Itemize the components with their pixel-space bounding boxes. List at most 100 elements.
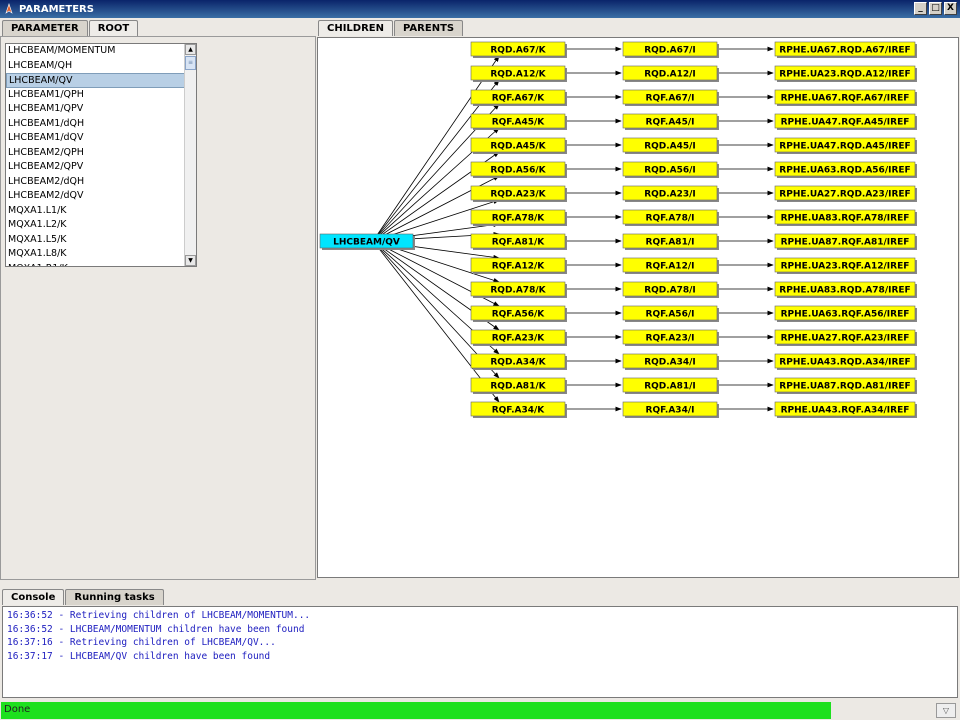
graph-current-node[interactable]: RQF.A45/I	[622, 113, 719, 130]
list-item[interactable]: LHCBEAM1/dQV	[6, 131, 186, 146]
graph-current-node[interactable]: RQD.A67/I	[622, 41, 719, 58]
graph-iref-node[interactable]: RPHE.UA87.RQD.A81/IREF	[774, 377, 917, 394]
graph-k-node[interactable]: RQF.A34/K	[470, 401, 567, 418]
list-item[interactable]: LHCBEAM1/QPV	[6, 102, 186, 117]
graph-iref-node-label: RPHE.UA67.RQD.A67/IREF	[779, 46, 910, 56]
children-graph-panel: LHCBEAM/QV RQD.A67/K RQD.A67/I RPHE.UA67.RQ…	[317, 37, 959, 578]
tab-running-tasks[interactable]: Running tasks	[65, 589, 164, 605]
graph-iref-node-label: RPHE.UA43.RQF.A34/IREF	[781, 406, 910, 416]
graph-iref-node[interactable]: RPHE.UA23.RQF.A12/IREF	[774, 257, 917, 274]
graph-k-node[interactable]: RQF.A78/K	[470, 209, 567, 226]
graph-current-node[interactable]: RQD.A45/I	[622, 137, 719, 154]
graph-current-node-label: RQF.A23/I	[646, 334, 695, 344]
list-item[interactable]: LHCBEAM/QH	[6, 59, 186, 74]
window-titlebar: PARAMETERS _ □ X	[0, 0, 960, 18]
tab-parents[interactable]: PARENTS	[394, 20, 464, 36]
tab-parameter[interactable]: PARAMETER	[2, 20, 88, 36]
close-button[interactable]: X	[944, 2, 957, 15]
list-item[interactable]: LHCBEAM2/dQH	[6, 175, 186, 190]
status-bar: Done ▽	[0, 701, 960, 720]
graph-iref-node[interactable]: RPHE.UA87.RQF.A81/IREF	[774, 233, 917, 250]
graph-iref-node-label: RPHE.UA43.RQD.A34/IREF	[779, 358, 910, 368]
graph-iref-node-label: RPHE.UA83.RQD.A78/IREF	[779, 286, 910, 296]
scroll-up-icon[interactable]: ▲	[185, 44, 196, 55]
graph-iref-node[interactable]: RPHE.UA43.RQD.A34/IREF	[774, 353, 917, 370]
graph-iref-node[interactable]: RPHE.UA83.RQF.A78/IREF	[774, 209, 917, 226]
list-item[interactable]: LHCBEAM2/QPV	[6, 160, 186, 175]
maximize-button[interactable]: □	[929, 2, 942, 15]
list-item[interactable]: LHCBEAM1/dQH	[6, 117, 186, 132]
list-item[interactable]: MQXA1.L2/K	[6, 218, 186, 233]
graph-k-node[interactable]: RQD.A78/K	[470, 281, 567, 298]
graph-current-node[interactable]: RQF.A12/I	[622, 257, 719, 274]
graph-k-node[interactable]: RQD.A23/K	[470, 185, 567, 202]
graph-current-node[interactable]: RQD.A34/I	[622, 353, 719, 370]
graph-k-node[interactable]: RQD.A45/K	[470, 137, 567, 154]
graph-iref-node[interactable]: RPHE.UA83.RQD.A78/IREF	[774, 281, 917, 298]
graph-iref-node[interactable]: RPHE.UA47.RQF.A45/IREF	[774, 113, 917, 130]
graph-iref-node[interactable]: RPHE.UA47.RQD.A45/IREF	[774, 137, 917, 154]
graph-current-node[interactable]: RQD.A12/I	[622, 65, 719, 82]
graph-iref-node[interactable]: RPHE.UA67.RQD.A67/IREF	[774, 41, 917, 58]
progress-bar	[1, 702, 831, 719]
graph-current-node[interactable]: RQD.A78/I	[622, 281, 719, 298]
graph-iref-node[interactable]: RPHE.UA63.RQD.A56/IREF	[774, 161, 917, 178]
graph-k-node[interactable]: RQD.A67/K	[470, 41, 567, 58]
graph-current-node-label: RQF.A56/I	[646, 310, 695, 320]
graph-k-node-label: RQF.A78/K	[492, 214, 546, 224]
status-menu-icon[interactable]: ▽	[936, 703, 956, 718]
graph-current-node[interactable]: RQF.A81/I	[622, 233, 719, 250]
graph-iref-node-label: RPHE.UA83.RQF.A78/IREF	[781, 214, 910, 224]
console-line: 16:36:52 - LHCBEAM/MOMENTUM children hav…	[7, 623, 305, 635]
graph-iref-node[interactable]: RPHE.UA63.RQF.A56/IREF	[774, 305, 917, 322]
graph-current-node[interactable]: RQF.A23/I	[622, 329, 719, 346]
graph-iref-node-label: RPHE.UA23.RQF.A12/IREF	[781, 262, 910, 272]
graph-current-node[interactable]: RQF.A67/I	[622, 89, 719, 106]
tab-root[interactable]: ROOT	[88, 20, 139, 36]
graph-k-node-label: RQD.A81/K	[490, 382, 546, 392]
graph-iref-node[interactable]: RPHE.UA27.RQD.A23/IREF	[774, 185, 917, 202]
list-item[interactable]: MQXA1.L1/K	[6, 204, 186, 219]
graph-k-node[interactable]: RQF.A45/K	[470, 113, 567, 130]
tab-children[interactable]: CHILDREN	[318, 20, 394, 36]
graph-k-node[interactable]: RQF.A12/K	[470, 257, 567, 274]
list-item[interactable]: LHCBEAM2/dQV	[6, 189, 186, 204]
graph-iref-node-label: RPHE.UA67.RQF.A67/IREF	[781, 94, 910, 104]
graph-iref-node[interactable]: RPHE.UA43.RQF.A34/IREF	[774, 401, 917, 418]
graph-k-node-label: RQF.A56/K	[492, 310, 546, 320]
graph-current-node[interactable]: RQF.A56/I	[622, 305, 719, 322]
list-scrollbar[interactable]: ▲ ≡ ▼	[184, 44, 196, 266]
minimize-button[interactable]: _	[914, 2, 927, 15]
list-item[interactable]: LHCBEAM1/QPH	[6, 88, 186, 103]
tab-console[interactable]: Console	[2, 589, 65, 605]
graph-iref-node[interactable]: RPHE.UA27.RQF.A23/IREF	[774, 329, 917, 346]
graph-k-node[interactable]: RQD.A81/K	[470, 377, 567, 394]
graph-k-node[interactable]: RQF.A81/K	[470, 233, 567, 250]
graph-k-node[interactable]: RQD.A12/K	[470, 65, 567, 82]
scroll-thumb[interactable]: ≡	[185, 56, 196, 70]
scroll-down-icon[interactable]: ▼	[185, 255, 196, 266]
graph-iref-node[interactable]: RPHE.UA23.RQD.A12/IREF	[774, 65, 917, 82]
graph-k-node[interactable]: RQD.A56/K	[470, 161, 567, 178]
graph-current-node[interactable]: RQD.A56/I	[622, 161, 719, 178]
graph-k-node-label: RQF.A34/K	[492, 406, 546, 416]
graph-k-node[interactable]: RQF.A67/K	[470, 89, 567, 106]
list-item[interactable]: LHCBEAM2/QPH	[6, 146, 186, 161]
graph-k-node[interactable]: RQF.A56/K	[470, 305, 567, 322]
list-item[interactable]: MQXA1.L8/K	[6, 247, 186, 262]
graph-current-node[interactable]: RQF.A34/I	[622, 401, 719, 418]
graph-current-node[interactable]: RQD.A23/I	[622, 185, 719, 202]
parameter-list[interactable]: LHCBEAM/MOMENTUM LHCBEAM/QH LHCBEAM/QV LHCB…	[5, 43, 197, 267]
graph-k-node[interactable]: RQF.A23/K	[470, 329, 567, 346]
graph-k-node[interactable]: RQD.A34/K	[470, 353, 567, 370]
graph-current-node[interactable]: RQF.A78/I	[622, 209, 719, 226]
list-item[interactable]: MQXA1.L5/K	[6, 233, 186, 248]
graph-iref-node[interactable]: RPHE.UA67.RQF.A67/IREF	[774, 89, 917, 106]
graph-current-node-label: RQF.A34/I	[646, 406, 695, 416]
list-item[interactable]: MQXA1.R1/K	[6, 262, 186, 267]
graph-current-node-label: RQD.A23/I	[644, 190, 696, 200]
list-item[interactable]: LHCBEAM/QV	[6, 73, 186, 88]
graph-current-node[interactable]: RQD.A81/I	[622, 377, 719, 394]
graph-root-node[interactable]: LHCBEAM/QV	[319, 233, 415, 250]
list-item[interactable]: LHCBEAM/MOMENTUM	[6, 44, 186, 59]
